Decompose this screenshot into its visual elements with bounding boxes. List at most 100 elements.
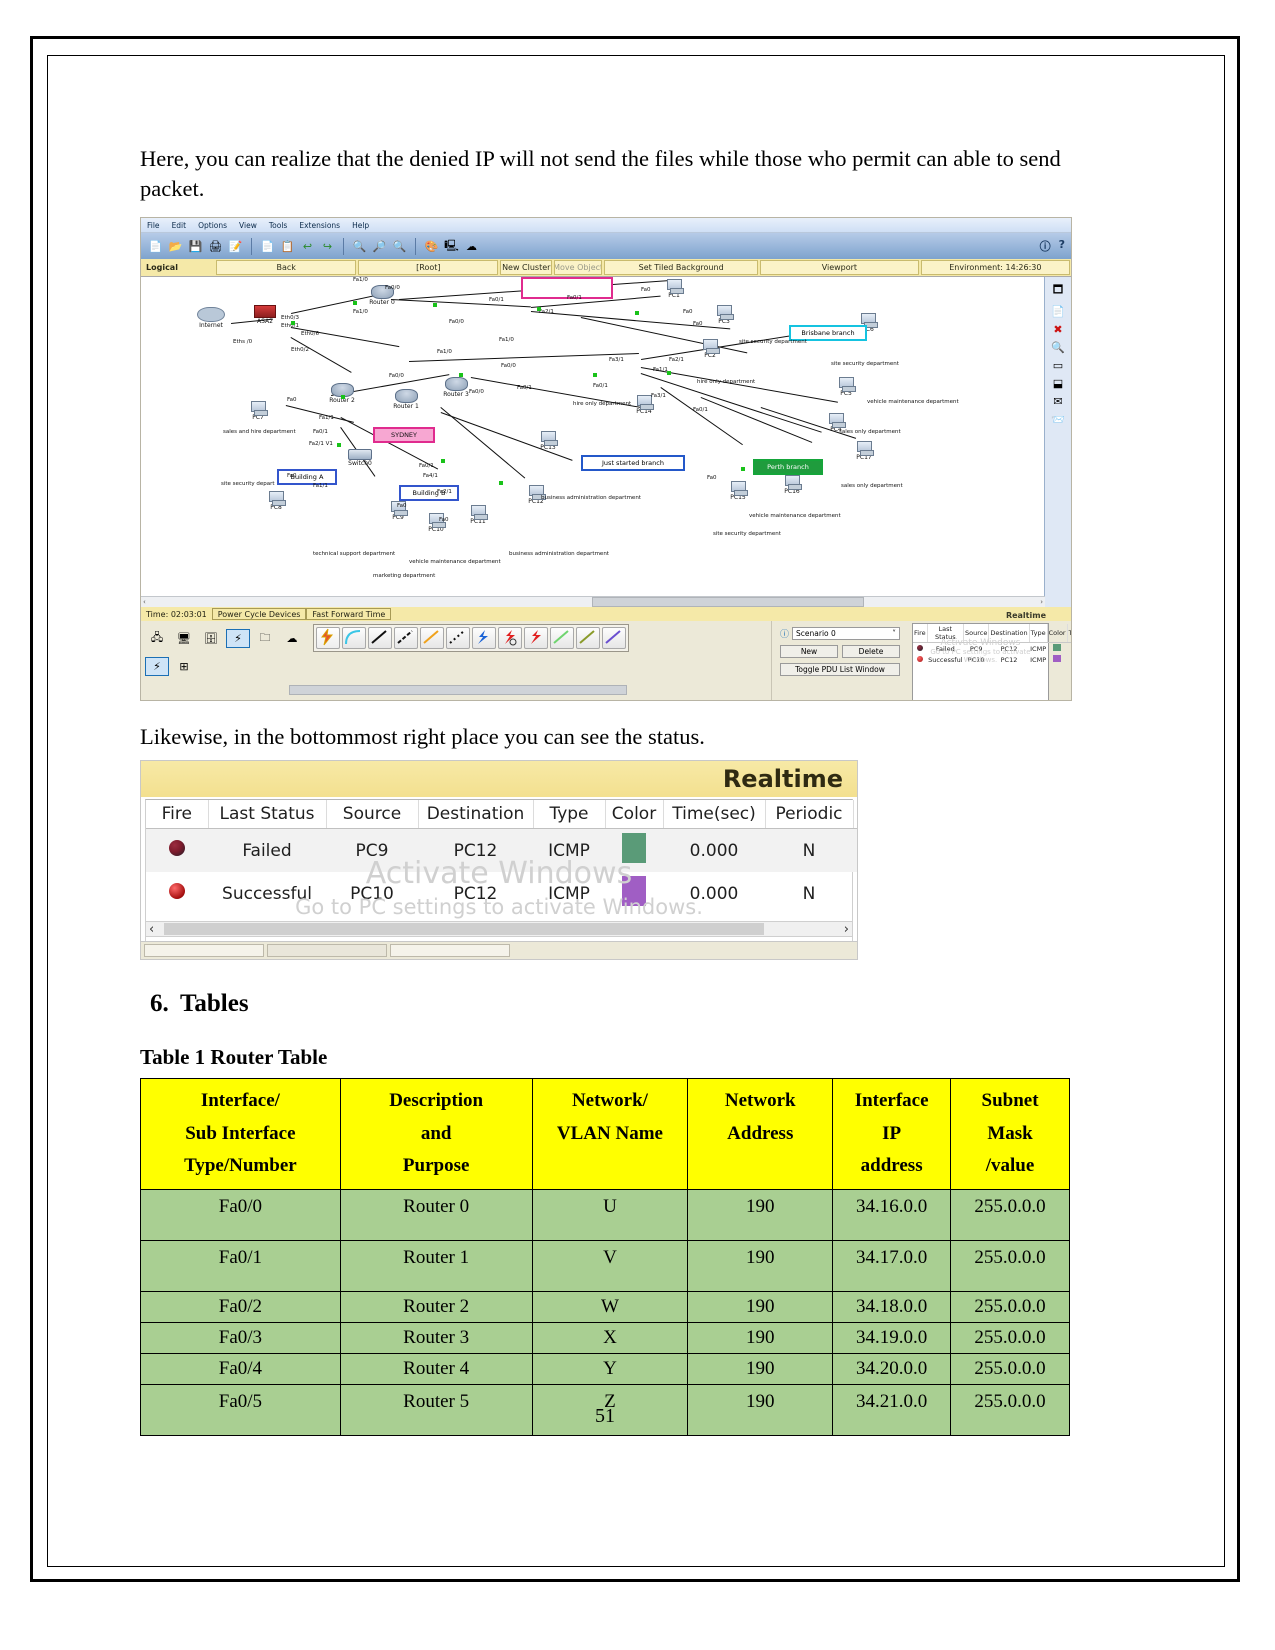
connections-category-icon[interactable]: ⚡ xyxy=(226,628,250,648)
menu-tools[interactable]: Tools xyxy=(269,221,287,230)
custom-devices-icon[interactable]: 🖳 xyxy=(443,238,460,255)
delete-tool-icon[interactable]: ✖ xyxy=(1053,323,1062,336)
column-header-time[interactable]: Time(sec) xyxy=(663,800,766,829)
octal-connection-icon[interactable] xyxy=(550,627,574,649)
activity-wizard-icon[interactable]: 📝 xyxy=(227,238,244,255)
device-node[interactable]: Switch0 xyxy=(337,449,383,467)
open-folder-icon[interactable]: 📂 xyxy=(167,238,184,255)
menu-extensions[interactable]: Extensions xyxy=(299,221,340,230)
table-row[interactable]: Fa0/4 Router 4 Y 190 34.20.0.0 255.0.0.0 xyxy=(140,1353,1070,1386)
cluster-label-perth-branch[interactable]: Perth branch xyxy=(753,459,823,475)
zoom-reset-icon[interactable]: 🔎 xyxy=(371,238,388,255)
column-header-type[interactable]: Type xyxy=(533,800,606,829)
menu-view[interactable]: View xyxy=(239,221,257,230)
pt-col-source[interactable]: Source xyxy=(963,624,990,643)
device-node[interactable]: PC13 xyxy=(531,431,565,451)
chevron-down-icon[interactable]: ˅ xyxy=(892,629,896,638)
table-row[interactable]: Fa0/0 Router 0 U 190 34.16.0.0 255.0.0.0 xyxy=(140,1189,1070,1242)
bottom-strip-item[interactable] xyxy=(267,944,387,957)
menu-options[interactable]: Options xyxy=(198,221,227,230)
add-complex-pdu-icon[interactable]: 📨 xyxy=(1051,413,1065,426)
pt-col-last-status[interactable]: Last Status xyxy=(927,624,965,643)
pt-set-tiled-background-button[interactable]: Set Tiled Background xyxy=(604,260,759,275)
device-node[interactable]: PC2 xyxy=(693,339,727,359)
resize-shape-icon[interactable]: ⬓ xyxy=(1053,377,1063,390)
fiber-connection-icon[interactable] xyxy=(420,627,444,649)
new-file-icon[interactable]: 📄 xyxy=(147,238,164,255)
column-header-num[interactable]: Num xyxy=(853,800,857,829)
pt-col-destination[interactable]: Destination xyxy=(988,624,1030,643)
scroll-thumb[interactable] xyxy=(592,597,864,607)
pt-topology-area[interactable]: Internet ASA2 PC7 PC8 PC9 PC10 PC11 PC12… xyxy=(141,277,1045,595)
connection-subtype-icon[interactable]: ⚡ xyxy=(145,657,169,676)
table-row[interactable]: Failed PC9 PC12 ICMP 0.000 N 0 (ed xyxy=(146,828,857,872)
column-header-destination[interactable]: Destination xyxy=(418,800,534,829)
ieee-connection-icon[interactable] xyxy=(576,627,600,649)
pt-col-color[interactable]: Color xyxy=(1047,624,1068,643)
menu-help[interactable]: Help xyxy=(352,221,369,230)
device-node[interactable]: PC5 xyxy=(829,377,863,397)
copper-straight-connection-icon[interactable] xyxy=(368,627,392,649)
phone-connection-icon[interactable] xyxy=(446,627,470,649)
scroll-right-arrow[interactable]: › xyxy=(844,922,849,937)
pt-pdu-row[interactable]: Failed PC9 PC12 ICMP 0.000 N 0 (ed xyxy=(913,643,1071,655)
column-header-last-status[interactable]: Last Status xyxy=(208,800,327,829)
column-header-source[interactable]: Source xyxy=(326,800,419,829)
device-node[interactable]: ASA2 xyxy=(245,305,285,325)
scroll-thumb[interactable] xyxy=(164,923,764,935)
end-devices-category-icon[interactable]: 🖥 xyxy=(172,629,196,648)
pt-col-fire[interactable]: Fire xyxy=(913,624,928,643)
menu-edit[interactable]: Edit xyxy=(172,221,187,230)
table-row[interactable]: Fa0/2 Router 2 W 190 34.18.0.0 255.0.0.0 xyxy=(140,1291,1070,1324)
save-icon[interactable]: 💾 xyxy=(187,238,204,255)
note-tool-icon[interactable]: 📄 xyxy=(1051,305,1065,318)
pt-move-object-button[interactable]: Move Object xyxy=(554,260,603,275)
components-category-icon[interactable]: 🗀 xyxy=(253,629,277,648)
console-connection-icon[interactable] xyxy=(342,627,366,649)
device-node[interactable]: PC10 xyxy=(419,513,453,533)
pt-fast-forward-time-button[interactable]: Fast Forward Time xyxy=(306,608,392,620)
copper-crossover-connection-icon[interactable] xyxy=(394,627,418,649)
zoom-in-icon[interactable]: 🔍 xyxy=(351,238,368,255)
pt-pdu-list[interactable]: Realtime Fire Last Status Source Destina… xyxy=(912,611,1071,700)
pt-canvas-scrollbar[interactable]: ‹ › xyxy=(141,596,1045,607)
pt-mode-logical[interactable]: Logical xyxy=(142,260,214,275)
pt-new-cluster-button[interactable]: New Cluster xyxy=(500,260,553,275)
device-node[interactable]: PC15 xyxy=(721,481,755,501)
cluster-label-sydney[interactable]: SYDNEY xyxy=(373,427,435,443)
redo-icon[interactable]: ↪ xyxy=(319,238,336,255)
serial-dte-connection-icon[interactable] xyxy=(524,627,548,649)
info-icon[interactable]: ⓘ xyxy=(1040,238,1051,254)
device-node[interactable]: PC8 xyxy=(259,491,293,511)
device-node[interactable]: PC16 xyxy=(775,475,809,495)
column-header-color[interactable]: Color xyxy=(605,800,664,829)
device-node[interactable]: Router 1 xyxy=(383,389,429,410)
pt-col-time[interactable]: Time(sec) xyxy=(1067,624,1071,643)
bottom-strip-item[interactable] xyxy=(390,944,510,957)
usb-connection-icon[interactable] xyxy=(602,627,626,649)
device-node[interactable]: PC17 xyxy=(847,441,881,461)
undo-icon[interactable]: ↩ xyxy=(299,238,316,255)
table-row[interactable]: Fa0/3 Router 3 X 190 34.19.0.0 255.0.0.0 xyxy=(140,1322,1070,1355)
scenario-info-icon[interactable]: ⓘ xyxy=(780,627,789,640)
auto-connection-icon[interactable] xyxy=(316,627,340,649)
copy-icon[interactable]: 📄 xyxy=(259,238,276,255)
pt-device-list-scrollbar[interactable] xyxy=(289,685,627,695)
column-header-periodic[interactable]: Periodic xyxy=(765,800,854,829)
cluster-label-just-started-branch[interactable]: Just started branch xyxy=(581,455,685,471)
rectangle-tool-icon[interactable]: ▭ xyxy=(1053,359,1063,372)
inspect-tool-icon[interactable]: 🔍 xyxy=(1051,341,1065,354)
toggle-pdu-list-window-button[interactable]: Toggle PDU List Window xyxy=(780,663,900,676)
pt-back-button[interactable]: Back xyxy=(216,260,357,275)
scenario-delete-button[interactable]: Delete xyxy=(842,645,900,658)
scroll-left-arrow[interactable]: ‹ xyxy=(149,922,154,937)
wan-emulation-category-icon[interactable]: ☁ xyxy=(280,629,304,648)
select-tool-icon[interactable]: 🗖 xyxy=(1053,281,1063,300)
pt-power-cycle-devices-button[interactable]: Power Cycle Devices xyxy=(211,608,307,620)
add-simple-pdu-icon[interactable]: ✉ xyxy=(1053,395,1062,408)
scroll-left-arrow[interactable]: ‹ xyxy=(143,598,146,606)
serial-dce-connection-icon[interactable] xyxy=(498,627,522,649)
column-header-fire[interactable]: Fire xyxy=(146,800,209,829)
pt-col-type[interactable]: Type xyxy=(1029,624,1048,643)
device-node[interactable]: PC7 xyxy=(241,401,275,421)
